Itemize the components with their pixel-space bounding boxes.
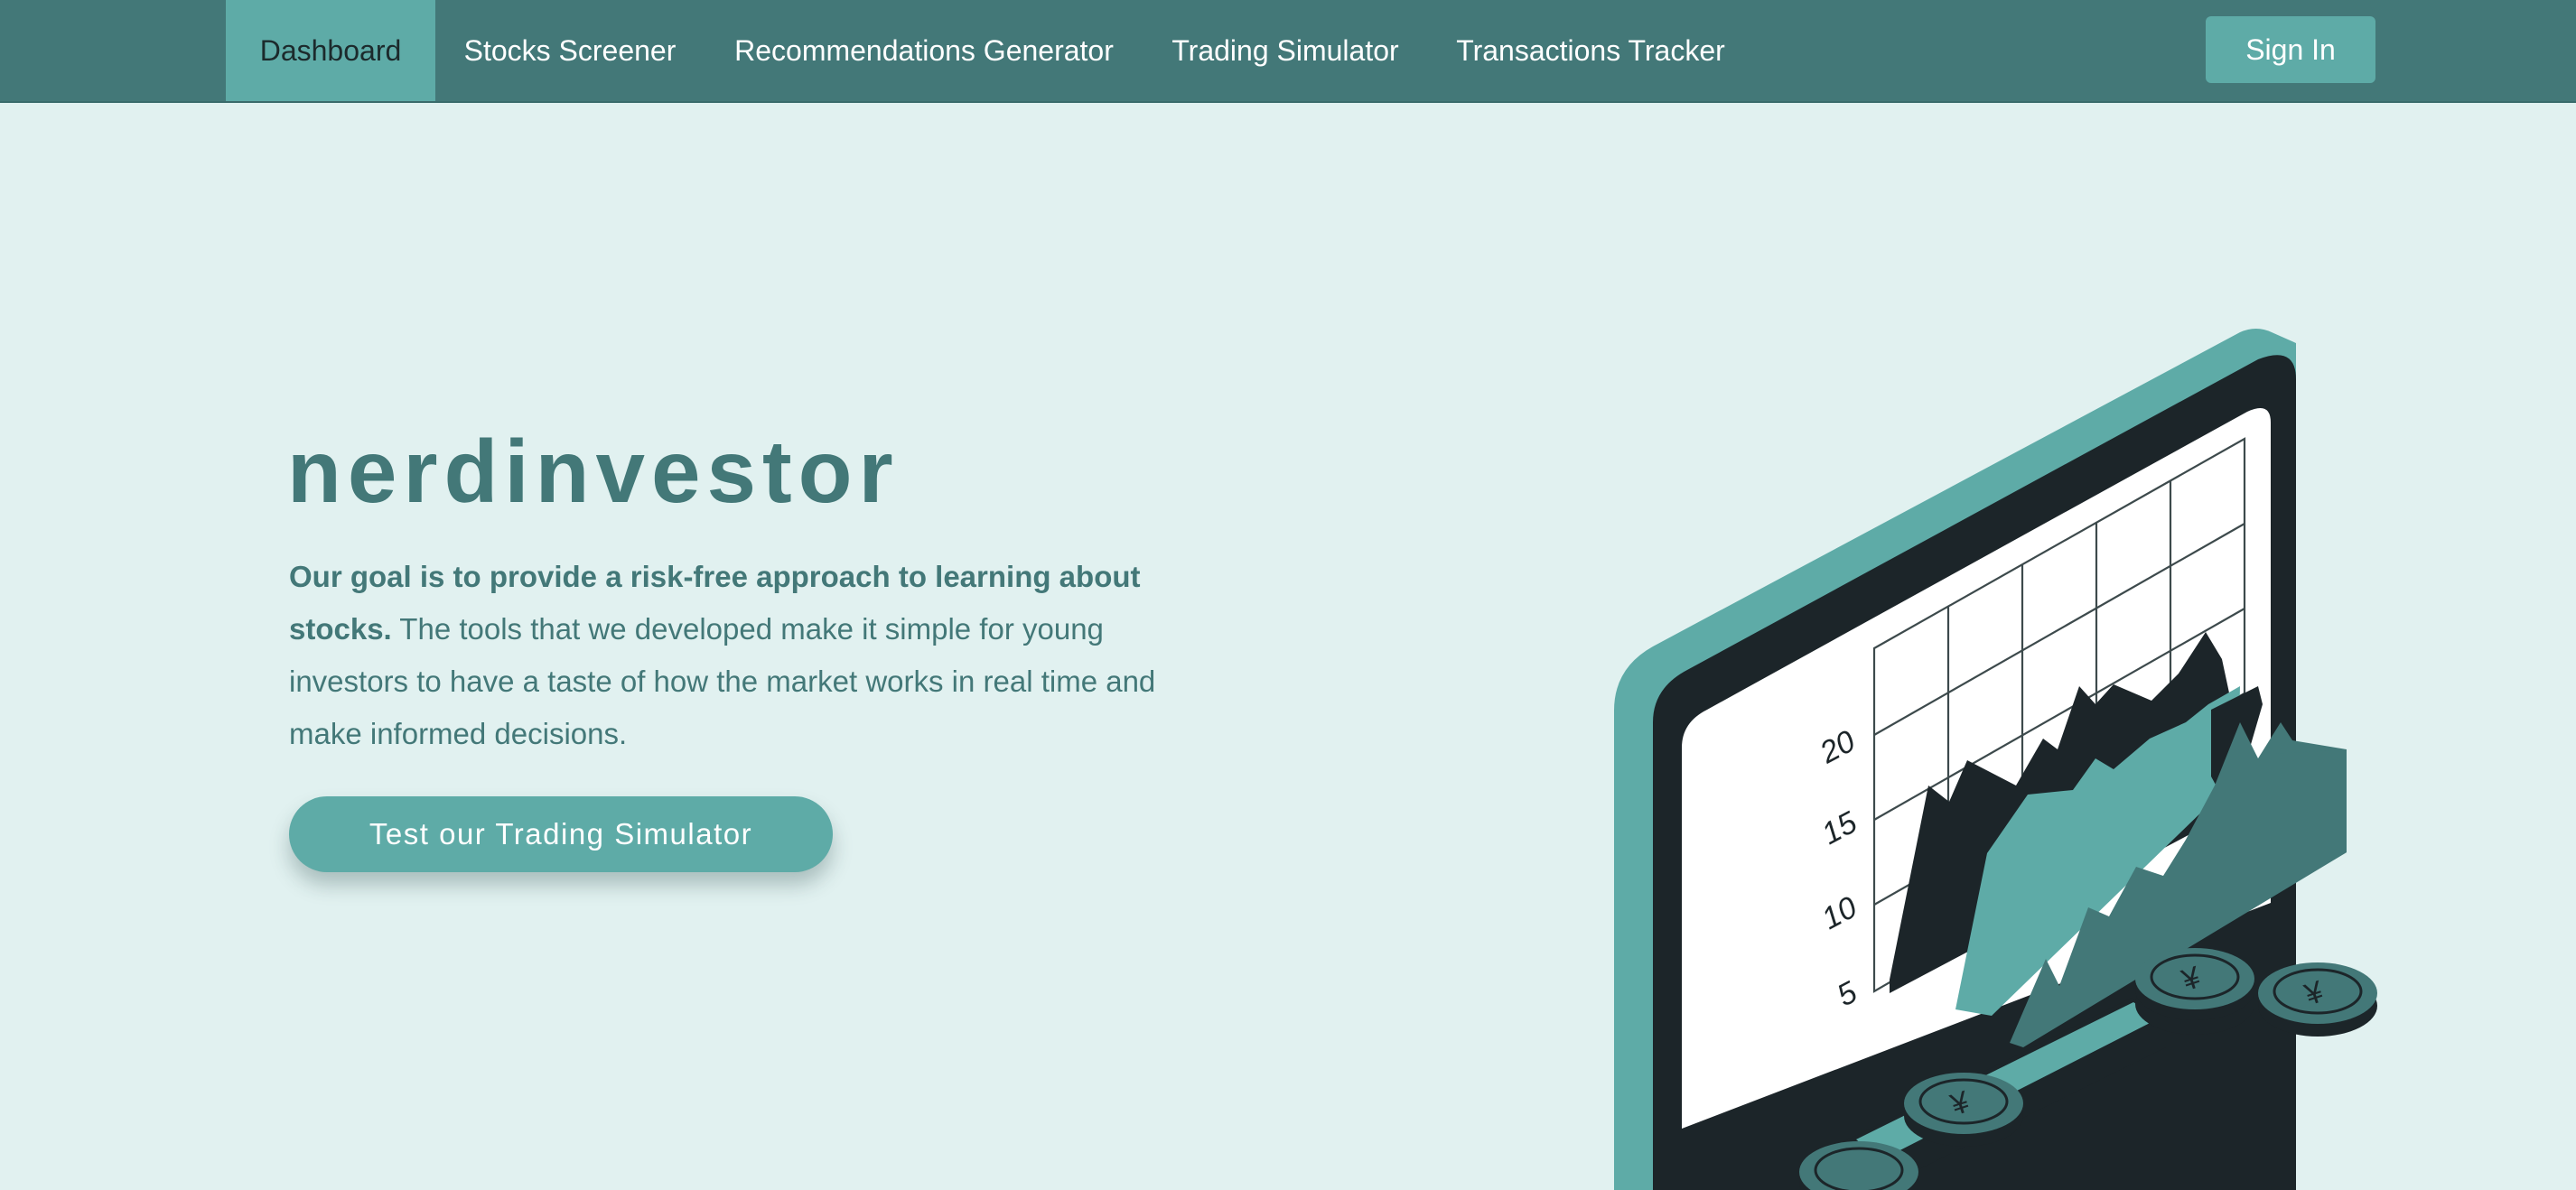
nav-stocks-screener[interactable]: Stocks Screener <box>450 0 690 101</box>
top-navbar: Dashboard Stocks Screener Recommendation… <box>0 0 2576 103</box>
stock-monitor-illustration: 20 15 10 5 ¥ ¥ ¥ <box>1614 329 2377 1190</box>
hero-description-rest: The tools that we developed make it simp… <box>289 612 1156 750</box>
nav-recommendations-generator[interactable]: Recommendations Generator <box>723 0 1125 101</box>
page-title: nerdinvestor <box>287 422 900 521</box>
sign-in-button[interactable]: Sign In <box>2206 16 2375 83</box>
nav-dashboard[interactable]: Dashboard <box>226 0 435 101</box>
trading-simulator-cta-button[interactable]: Test our Trading Simulator <box>289 796 833 872</box>
hero-description: Our goal is to provide a risk-free appro… <box>289 551 1156 760</box>
nav-transactions-tracker[interactable]: Transactions Tracker <box>1449 0 1732 101</box>
nav-trading-simulator[interactable]: Trading Simulator <box>1158 0 1413 101</box>
